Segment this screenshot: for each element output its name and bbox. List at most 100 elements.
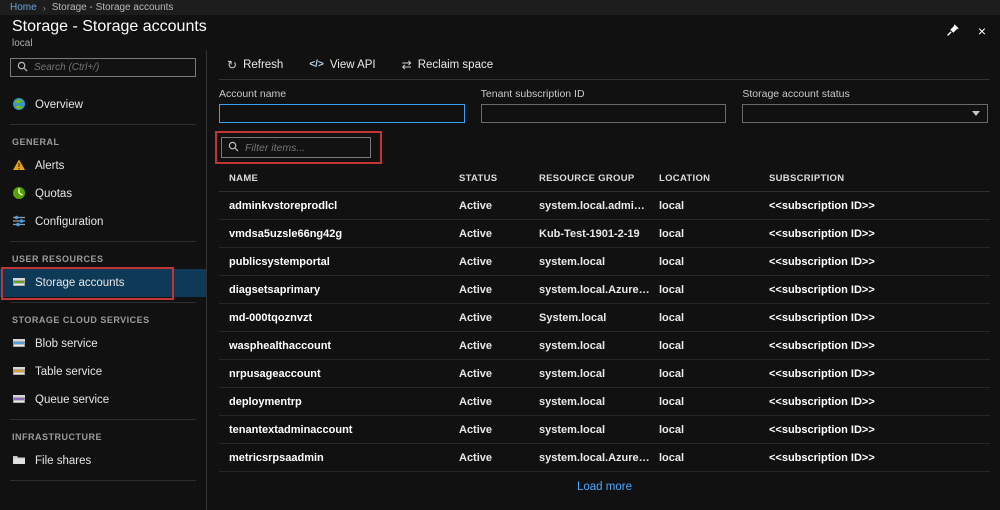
filter-items-input[interactable] <box>245 142 364 154</box>
sidebar-item-overview[interactable]: Overview <box>0 91 206 119</box>
column-header-status[interactable]: STATUS <box>459 173 539 184</box>
main-content: ↻ Refresh </> View API ⇄ Reclaim space A… <box>207 50 1000 510</box>
chevron-down-icon <box>972 111 980 116</box>
refresh-label: Refresh <box>243 59 283 71</box>
table-row[interactable]: deploymentrp Active system.local local <… <box>219 388 990 416</box>
sidebar-item-alerts[interactable]: Alerts <box>0 152 206 180</box>
sidebar-item-storage-accounts[interactable]: Storage accounts <box>0 269 206 297</box>
toolbar: ↻ Refresh </> View API ⇄ Reclaim space <box>219 50 990 80</box>
sidebar-item-blob-service[interactable]: Blob service <box>0 330 206 358</box>
account-name-label: Account name <box>219 88 465 100</box>
table-row[interactable]: vmdsa5uzsle66ng42g Active Kub-Test-1901-… <box>219 220 990 248</box>
tenant-subscription-label: Tenant subscription ID <box>481 88 727 100</box>
column-header-location[interactable]: LOCATION <box>659 173 769 184</box>
table-row[interactable]: md-000tqoznvzt Active System.local local… <box>219 304 990 332</box>
sidebar-item-file-shares[interactable]: File shares <box>0 447 206 475</box>
sidebar-search-box[interactable] <box>10 58 196 77</box>
page-header: Storage - Storage accounts local × <box>0 15 1000 50</box>
cell-name: diagsetsaprimary <box>229 284 459 296</box>
cell-subscription: <<subscription ID>> <box>769 284 990 296</box>
blob-service-icon <box>12 336 26 353</box>
sidebar: Overview GENERAL Alerts Quotas C <box>0 50 207 510</box>
cell-resource-group: Kub-Test-1901-2-19 <box>539 228 659 240</box>
breadcrumb-separator-icon: › <box>43 3 46 13</box>
tenant-subscription-input[interactable] <box>481 104 727 123</box>
sidebar-item-label: Storage accounts <box>35 277 125 289</box>
storage-account-status-select[interactable] <box>742 104 988 123</box>
storage-accounts-table: NAME STATUS RESOURCE GROUP LOCATION SUBS… <box>219 166 990 510</box>
table-row[interactable]: adminkvstoreprodlcl Active system.local.… <box>219 192 990 220</box>
cell-name: tenantextadminaccount <box>229 424 459 436</box>
filter-items-box[interactable] <box>221 137 371 158</box>
table-row[interactable]: publicsystemportal Active system.local l… <box>219 248 990 276</box>
search-icon <box>17 61 28 75</box>
view-api-button[interactable]: </> View API <box>309 59 375 71</box>
sidebar-section-infrastructure: INFRASTRUCTURE <box>0 420 206 447</box>
cell-subscription: <<subscription ID>> <box>769 256 990 268</box>
storage-accounts-blade: Home › Storage - Storage accounts Storag… <box>0 0 1000 510</box>
table-row[interactable]: diagsetsaprimary Active system.local.Azu… <box>219 276 990 304</box>
cell-status: Active <box>459 396 539 408</box>
cell-name: vmdsa5uzsle66ng42g <box>229 228 459 240</box>
sliders-icon <box>12 214 26 231</box>
cell-status: Active <box>459 340 539 352</box>
cell-subscription: <<subscription ID>> <box>769 312 990 324</box>
alert-icon <box>12 158 26 175</box>
cell-status: Active <box>459 256 539 268</box>
page-subtitle: local <box>12 38 207 49</box>
column-header-resource-group[interactable]: RESOURCE GROUP <box>539 173 659 184</box>
table-row[interactable]: nrpusageaccount Active system.local loca… <box>219 360 990 388</box>
cell-location: local <box>659 256 769 268</box>
column-header-subscription[interactable]: SUBSCRIPTION <box>769 173 990 184</box>
table-row[interactable]: tenantextadminaccount Active system.loca… <box>219 416 990 444</box>
sidebar-item-queue-service[interactable]: Queue service <box>0 386 206 414</box>
cell-resource-group: system.local <box>539 368 659 380</box>
cell-name: metricsrpsaadmin <box>229 452 459 464</box>
code-icon: </> <box>309 60 323 70</box>
sidebar-item-quotas[interactable]: Quotas <box>0 180 206 208</box>
table-row[interactable]: metricsrpsaadmin Active system.local.Azu… <box>219 444 990 472</box>
sidebar-item-label: Alerts <box>35 160 64 172</box>
sidebar-item-table-service[interactable]: Table service <box>0 358 206 386</box>
sidebar-item-label: Queue service <box>35 394 109 406</box>
refresh-button[interactable]: ↻ Refresh <box>227 59 283 71</box>
column-header-name[interactable]: NAME <box>229 173 459 184</box>
close-icon[interactable]: × <box>978 24 986 38</box>
cell-subscription: <<subscription ID>> <box>769 200 990 212</box>
cell-location: local <box>659 200 769 212</box>
breadcrumb-home-link[interactable]: Home <box>10 2 37 13</box>
table-row[interactable]: wasphealthaccount Active system.local lo… <box>219 332 990 360</box>
reclaim-space-label: Reclaim space <box>418 59 493 71</box>
cell-name: deploymentrp <box>229 396 459 408</box>
reclaim-space-button[interactable]: ⇄ Reclaim space <box>402 59 493 71</box>
cell-location: local <box>659 452 769 464</box>
sidebar-item-label: File shares <box>35 455 91 467</box>
refresh-icon: ↻ <box>227 59 237 71</box>
sidebar-search-input[interactable] <box>34 62 189 73</box>
sidebar-item-label: Overview <box>35 99 83 111</box>
filter-bar: Account name Tenant subscription ID Stor… <box>219 80 990 129</box>
gauge-icon <box>12 186 26 203</box>
cell-resource-group: system.local.AzureMon... <box>539 284 659 296</box>
cell-status: Active <box>459 284 539 296</box>
storage-icon <box>12 275 26 292</box>
cell-status: Active <box>459 424 539 436</box>
load-more-link[interactable]: Load more <box>577 481 632 493</box>
sidebar-item-configuration[interactable]: Configuration <box>0 208 206 236</box>
account-name-input[interactable] <box>219 104 465 123</box>
page-title: Storage - Storage accounts <box>12 18 207 36</box>
cell-resource-group: system.local.AzureMon... <box>539 452 659 464</box>
cell-resource-group: System.local <box>539 312 659 324</box>
cell-resource-group: system.local <box>539 424 659 436</box>
cell-location: local <box>659 228 769 240</box>
cell-resource-group: system.local <box>539 256 659 268</box>
cell-name: adminkvstoreprodlcl <box>229 200 459 212</box>
cell-name: wasphealthaccount <box>229 340 459 352</box>
divider <box>10 480 196 481</box>
cell-resource-group: system.local <box>539 396 659 408</box>
sidebar-section-storage-cloud-services: STORAGE CLOUD SERVICES <box>0 303 206 330</box>
cell-status: Active <box>459 228 539 240</box>
cell-resource-group: system.local.adminkeyv... <box>539 200 659 212</box>
cell-status: Active <box>459 452 539 464</box>
pin-icon[interactable] <box>946 23 960 39</box>
